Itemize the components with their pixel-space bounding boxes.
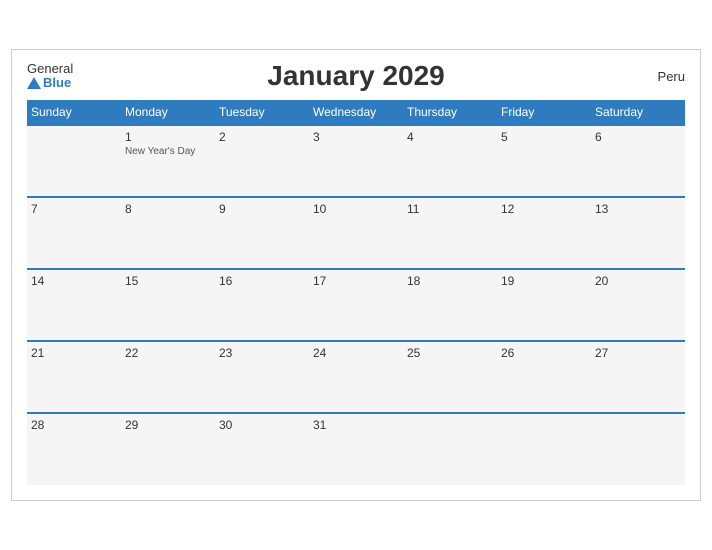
day-number: 17 xyxy=(313,274,399,288)
calendar-week-row: 21 22 23 24 25 26 27 xyxy=(27,341,685,413)
day-number: 3 xyxy=(313,130,399,144)
weekday-header: Thursday xyxy=(403,100,497,125)
holiday-label: New Year's Day xyxy=(125,146,211,157)
calendar-day-cell: 8 xyxy=(121,197,215,269)
calendar-day-cell: 9 xyxy=(215,197,309,269)
weekday-header-row: SundayMondayTuesdayWednesdayThursdayFrid… xyxy=(27,100,685,125)
calendar-day-cell: 29 xyxy=(121,413,215,485)
day-number: 10 xyxy=(313,202,399,216)
day-number: 2 xyxy=(219,130,305,144)
calendar-title: January 2029 xyxy=(267,60,444,92)
day-number: 9 xyxy=(219,202,305,216)
calendar-day-cell: 31 xyxy=(309,413,403,485)
calendar-day-cell xyxy=(27,125,121,197)
calendar-day-cell: 11 xyxy=(403,197,497,269)
day-number: 12 xyxy=(501,202,587,216)
weekday-header: Monday xyxy=(121,100,215,125)
day-number: 21 xyxy=(31,346,117,360)
day-number: 29 xyxy=(125,418,211,432)
day-number: 13 xyxy=(595,202,681,216)
calendar-day-cell: 10 xyxy=(309,197,403,269)
calendar-day-cell: 17 xyxy=(309,269,403,341)
day-number: 7 xyxy=(31,202,117,216)
day-number: 8 xyxy=(125,202,211,216)
calendar-day-cell: 5 xyxy=(497,125,591,197)
day-number: 5 xyxy=(501,130,587,144)
calendar-day-cell: 19 xyxy=(497,269,591,341)
day-number: 4 xyxy=(407,130,493,144)
calendar-day-cell: 18 xyxy=(403,269,497,341)
logo-triangle-icon xyxy=(27,77,41,89)
logo-general-text: General xyxy=(27,62,73,76)
day-number: 16 xyxy=(219,274,305,288)
calendar-day-cell: 2 xyxy=(215,125,309,197)
day-number: 28 xyxy=(31,418,117,432)
country-label: Peru xyxy=(658,69,685,84)
day-number: 20 xyxy=(595,274,681,288)
calendar-header: General Blue January 2029 Peru xyxy=(27,60,685,92)
calendar-day-cell: 12 xyxy=(497,197,591,269)
calendar-day-cell: 13 xyxy=(591,197,685,269)
day-number: 18 xyxy=(407,274,493,288)
calendar-table: SundayMondayTuesdayWednesdayThursdayFrid… xyxy=(27,100,685,485)
calendar-day-cell: 6 xyxy=(591,125,685,197)
calendar-day-cell: 15 xyxy=(121,269,215,341)
calendar-day-cell xyxy=(403,413,497,485)
calendar-day-cell: 24 xyxy=(309,341,403,413)
calendar-day-cell: 26 xyxy=(497,341,591,413)
weekday-header: Saturday xyxy=(591,100,685,125)
calendar-day-cell: 16 xyxy=(215,269,309,341)
calendar-week-row: 789 10 11 12 13 xyxy=(27,197,685,269)
day-number: 27 xyxy=(595,346,681,360)
calendar-day-cell: 21 xyxy=(27,341,121,413)
day-number: 1 xyxy=(125,130,211,144)
calendar-thead: SundayMondayTuesdayWednesdayThursdayFrid… xyxy=(27,100,685,125)
calendar-day-cell: 22 xyxy=(121,341,215,413)
day-number: 25 xyxy=(407,346,493,360)
weekday-header: Tuesday xyxy=(215,100,309,125)
calendar-week-row: 14 15 16 17 18 19 20 xyxy=(27,269,685,341)
calendar-day-cell: 1 New Year's Day xyxy=(121,125,215,197)
day-number: 19 xyxy=(501,274,587,288)
day-number: 15 xyxy=(125,274,211,288)
calendar-day-cell: 3 xyxy=(309,125,403,197)
calendar-week-row: 28 29 30 31 xyxy=(27,413,685,485)
day-number: 30 xyxy=(219,418,305,432)
calendar-day-cell: 7 xyxy=(27,197,121,269)
calendar-day-cell: 25 xyxy=(403,341,497,413)
weekday-header: Wednesday xyxy=(309,100,403,125)
day-number: 14 xyxy=(31,274,117,288)
weekday-header: Sunday xyxy=(27,100,121,125)
day-number: 31 xyxy=(313,418,399,432)
day-number: 23 xyxy=(219,346,305,360)
calendar-day-cell: 14 xyxy=(27,269,121,341)
calendar-day-cell: 4 xyxy=(403,125,497,197)
logo-blue-text: Blue xyxy=(27,76,73,90)
day-number: 24 xyxy=(313,346,399,360)
calendar-day-cell xyxy=(497,413,591,485)
calendar-week-row: 1 New Year's Day 23456 xyxy=(27,125,685,197)
calendar-day-cell: 20 xyxy=(591,269,685,341)
calendar-day-cell: 30 xyxy=(215,413,309,485)
calendar-day-cell: 23 xyxy=(215,341,309,413)
logo: General Blue xyxy=(27,62,73,91)
weekday-header: Friday xyxy=(497,100,591,125)
calendar-body: 1New Year's Day2345678910111213141516171… xyxy=(27,125,685,485)
calendar-container: General Blue January 2029 Peru SundayMon… xyxy=(11,49,701,501)
day-number: 26 xyxy=(501,346,587,360)
calendar-day-cell xyxy=(591,413,685,485)
calendar-day-cell: 28 xyxy=(27,413,121,485)
day-number: 6 xyxy=(595,130,681,144)
day-number: 11 xyxy=(407,202,493,216)
day-number: 22 xyxy=(125,346,211,360)
calendar-day-cell: 27 xyxy=(591,341,685,413)
